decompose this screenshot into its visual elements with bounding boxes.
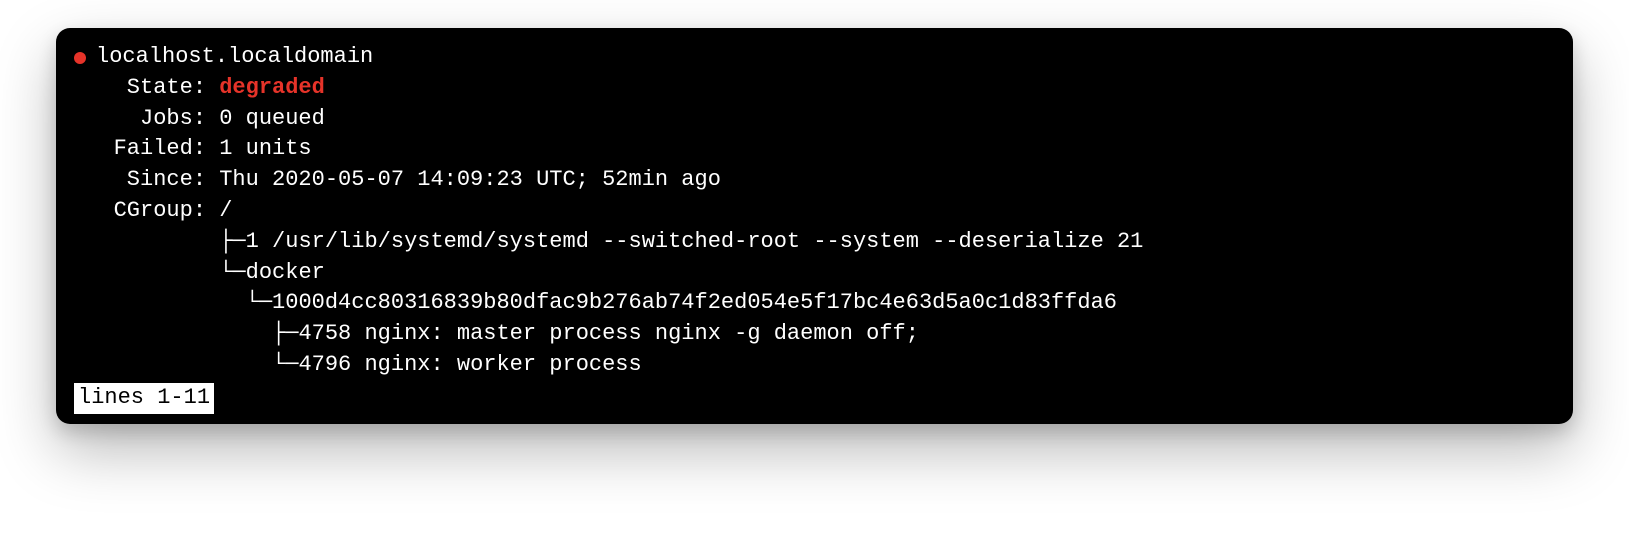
state-value: degraded [219,73,325,104]
tree-node: └─docker [219,258,325,289]
cgroup-tree-line: ├─4758 nginx: master process nginx -g da… [74,319,1555,350]
field-cgroup: CGroup: / [74,196,1555,227]
pager-status-row: lines 1-11 [74,381,1555,414]
tree-indent [74,319,219,350]
field-failed: Failed: 1 units [74,134,1555,165]
field-label: CGroup [74,196,193,227]
tree-indent [74,227,219,258]
field-label: Since [74,165,193,196]
cgroup-tree-line: ├─1 /usr/lib/systemd/systemd --switched-… [74,227,1555,258]
field-state: State: degraded [74,73,1555,104]
tree-indent [74,288,219,319]
tree-indent [74,258,219,289]
status-dot-icon [74,52,86,64]
host-line: localhost.localdomain [74,42,1555,73]
field-separator: : [193,196,219,227]
tree-node: ├─4758 nginx: master process nginx -g da… [219,319,919,350]
tree-indent [74,350,219,381]
since-value: Thu 2020-05-07 14:09:23 UTC; 52min ago [219,165,721,196]
field-separator: : [193,165,219,196]
cgroup-tree-line: └─1000d4cc80316839b80dfac9b276ab74f2ed05… [74,288,1555,319]
field-separator: : [193,134,219,165]
jobs-value: 0 queued [219,104,325,135]
cgroup-tree-line: └─4796 nginx: worker process [74,350,1555,381]
field-label: Jobs [74,104,193,135]
tree-node: └─4796 nginx: worker process [219,350,641,381]
pager-status[interactable]: lines 1-11 [74,383,214,414]
hostname: localhost.localdomain [96,42,373,73]
field-jobs: Jobs: 0 queued [74,104,1555,135]
field-label: State [74,73,193,104]
tree-node: └─1000d4cc80316839b80dfac9b276ab74f2ed05… [219,288,1117,319]
failed-value: 1 units [219,134,311,165]
cgroup-tree-line: └─docker [74,258,1555,289]
terminal-window[interactable]: localhost.localdomain State: degraded Jo… [56,28,1573,424]
field-since: Since: Thu 2020-05-07 14:09:23 UTC; 52mi… [74,165,1555,196]
cgroup-value: / [219,196,232,227]
field-label: Failed [74,134,193,165]
field-separator: : [193,73,219,104]
tree-node: ├─1 /usr/lib/systemd/systemd --switched-… [219,227,1143,258]
field-separator: : [193,104,219,135]
